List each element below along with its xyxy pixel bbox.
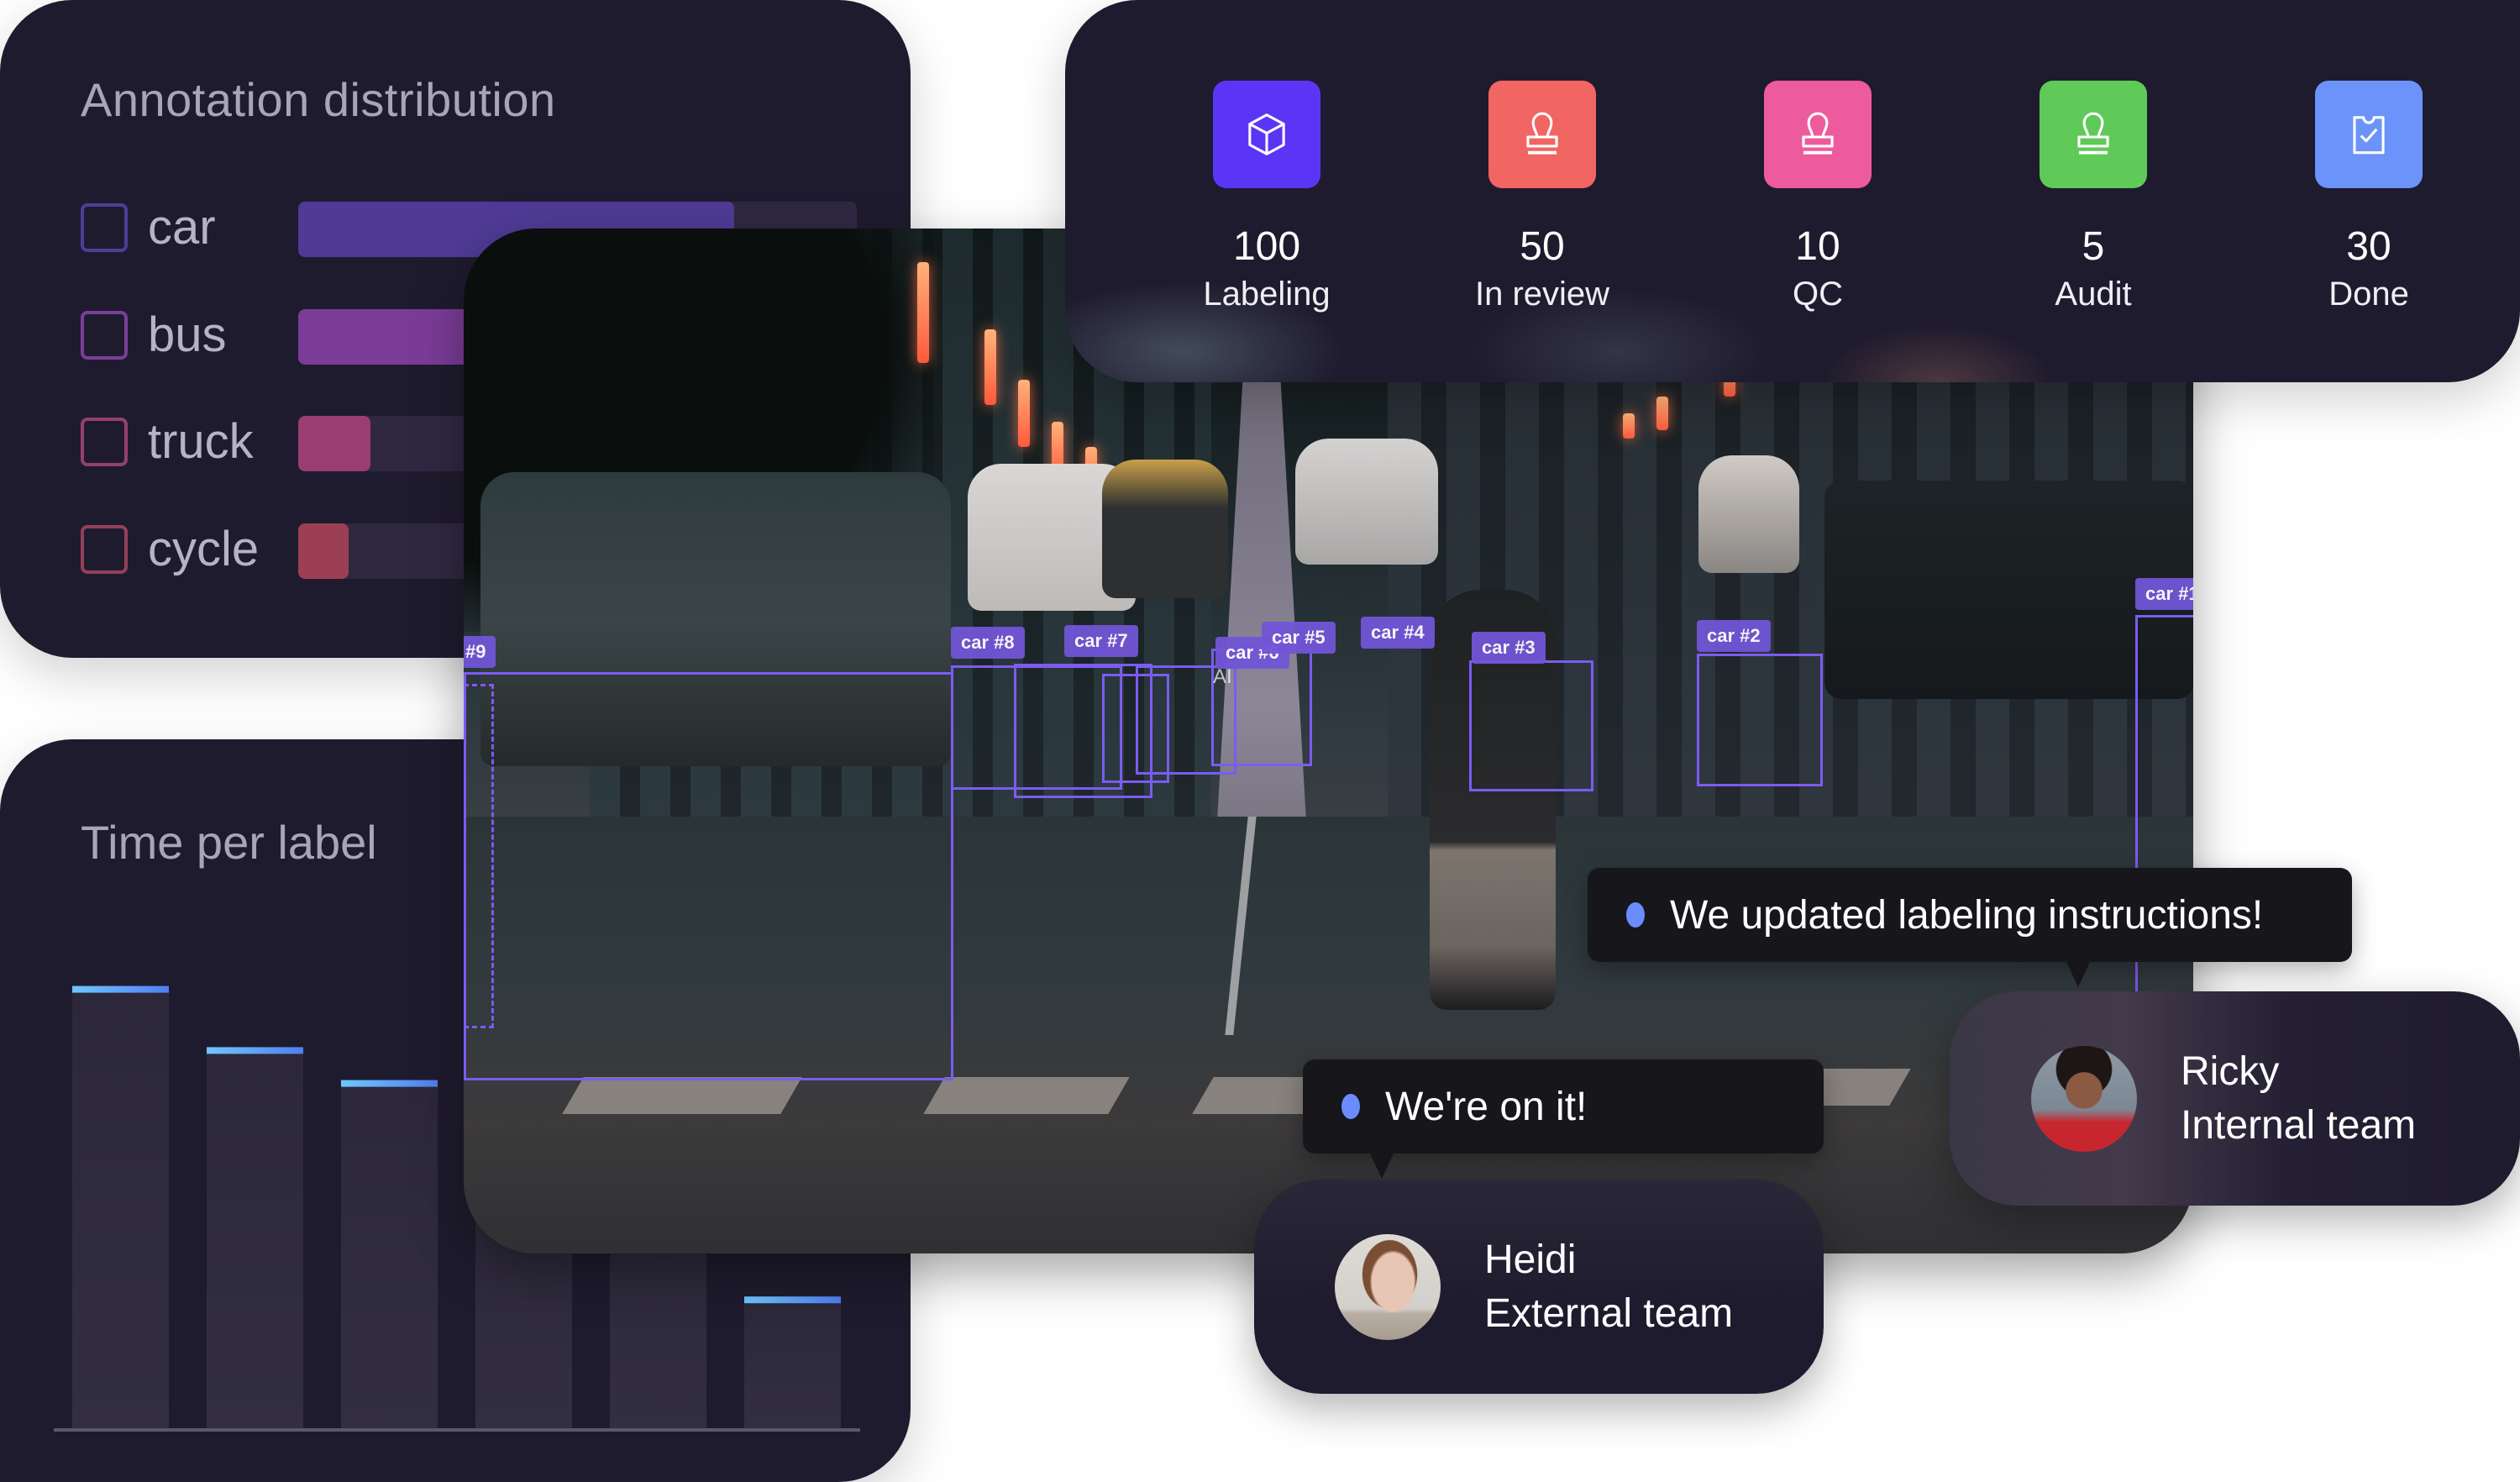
user-name: Ricky <box>2181 1048 2280 1094</box>
stat-label: Audit <box>2055 276 2132 313</box>
time-bar-1 <box>72 985 169 1428</box>
class-label: car <box>148 200 216 255</box>
bbox-car-2[interactable] <box>1697 654 1823 786</box>
bbox-label: #9 <box>464 636 496 668</box>
chat-bubble-instructions[interactable]: We updated labeling instructions! <box>1588 868 2352 987</box>
street-light <box>917 262 929 363</box>
street-light <box>1623 413 1635 439</box>
distribution-bar-fill <box>298 416 371 471</box>
stat-value: 100 <box>1232 224 1301 269</box>
stat-value: 5 <box>2082 224 2105 269</box>
workflow-stats-card: 100 Labeling 50 In review 10 QC 5 Audit 30 Done <box>1065 0 2520 382</box>
class-label: cycle <box>148 522 260 576</box>
avatar-heidi <box>1335 1233 1441 1340</box>
crosswalk-stripe <box>562 1077 802 1114</box>
distribution-bar-fill <box>298 523 349 579</box>
time-bar-6 <box>744 1296 841 1428</box>
bbox-label: car #5 <box>1262 622 1336 654</box>
chart-baseline <box>54 1428 860 1432</box>
user-card-ricky[interactable]: Ricky Internal team <box>1950 991 2520 1206</box>
stat-labeling[interactable]: 100 Labeling <box>1166 81 1368 316</box>
time-bar-cap-3 <box>341 1080 438 1087</box>
bbox-label: car #8 <box>951 627 1025 659</box>
photo-obelisk <box>1215 371 1308 850</box>
stat-value: 30 <box>2346 224 2391 269</box>
time-bar-cap-2 <box>207 1047 303 1054</box>
chat-message: We're on it! <box>1385 1084 1588 1129</box>
time-bar-3 <box>341 1080 438 1428</box>
stamp-icon <box>1488 81 1596 188</box>
chat-bubble-reply[interactable]: We're on it! <box>1303 1059 1824 1179</box>
time-bar-2 <box>207 1047 303 1428</box>
user-card-heidi[interactable]: Heidi External team <box>1254 1180 1824 1394</box>
bbox-car-9[interactable] <box>464 672 953 1080</box>
stamp-icon <box>2040 81 2147 188</box>
class-checkbox[interactable] <box>81 311 128 360</box>
class-checkbox[interactable] <box>81 418 128 466</box>
annotation-distribution-title: Annotation distribution <box>81 73 556 126</box>
stat-label: QC <box>1793 276 1843 313</box>
class-checkbox[interactable] <box>81 525 128 574</box>
bbox-label: car #7 <box>1064 625 1138 657</box>
status-dot-icon <box>1626 902 1645 928</box>
user-info: Heidi External team <box>1484 1233 1733 1341</box>
bbox-label: car #3 <box>1472 632 1546 664</box>
bubble-tail <box>2066 962 2090 987</box>
clipboard-check-icon <box>2315 81 2423 188</box>
bbox-label: car #4 <box>1361 617 1435 649</box>
stamp-icon <box>1764 81 1872 188</box>
photo-car-taxi <box>1102 460 1228 598</box>
stat-label: Done <box>2328 276 2409 313</box>
status-dot-icon <box>1341 1094 1360 1119</box>
stat-label: In review <box>1474 276 1610 313</box>
user-team: External team <box>1484 1290 1734 1336</box>
time-bar-cap-1 <box>72 985 169 993</box>
crosswalk-stripe <box>923 1077 1130 1114</box>
photo-car-right <box>1698 455 1799 573</box>
stat-audit[interactable]: 5 Audit <box>1992 81 2194 316</box>
bbox-label: car #1 <box>2135 578 2193 610</box>
avatar-ricky <box>2031 1045 2137 1152</box>
time-bar-cap-6 <box>744 1296 841 1304</box>
stat-value: 10 <box>1795 224 1840 269</box>
class-label: truck <box>148 414 254 469</box>
user-info: Ricky Internal team <box>2181 1045 2416 1153</box>
cube-icon <box>1213 81 1320 188</box>
stat-in-review[interactable]: 50 In review <box>1441 81 1643 316</box>
bubble-tail <box>1370 1154 1394 1179</box>
bbox-car-9-dashed[interactable] <box>464 684 494 1028</box>
street-light <box>984 329 996 405</box>
stat-value: 50 <box>1520 224 1565 269</box>
class-label: bus <box>148 307 227 362</box>
street-light <box>1656 397 1668 430</box>
stat-qc[interactable]: 10 QC <box>1717 81 1919 316</box>
bbox-car-1[interactable] <box>2135 615 2193 1052</box>
stat-done[interactable]: 30 Done <box>2268 81 2470 316</box>
bbox-label: car #2 <box>1697 620 1771 652</box>
user-name: Heidi <box>1484 1237 1577 1282</box>
bbox-car-3[interactable] <box>1469 660 1593 791</box>
photo-car-suv <box>1295 439 1438 565</box>
stat-label: Labeling <box>1203 276 1331 313</box>
chat-message: We updated labeling instructions! <box>1670 892 2264 938</box>
user-team: Internal team <box>2181 1102 2417 1148</box>
ai-tag: AI <box>1213 665 1232 688</box>
street-light <box>1018 380 1030 447</box>
class-checkbox[interactable] <box>81 203 128 252</box>
